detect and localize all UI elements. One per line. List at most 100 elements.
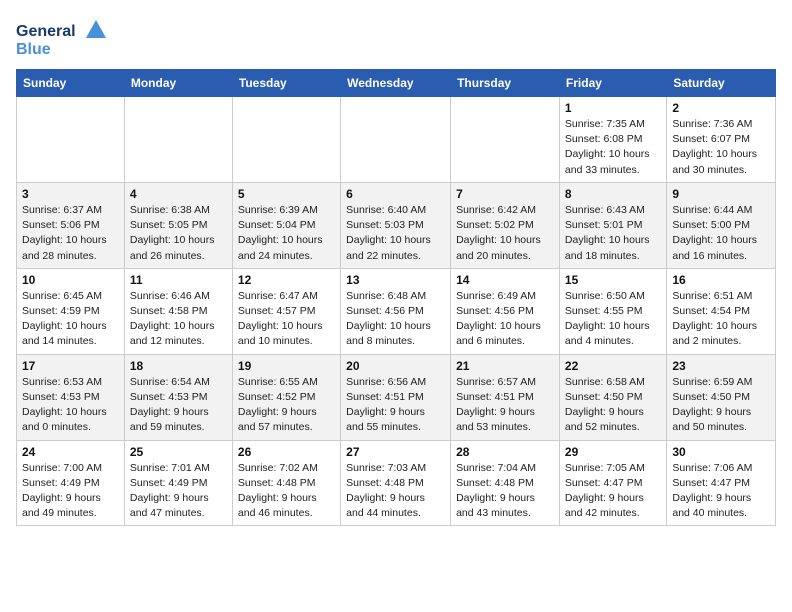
day-number: 23 xyxy=(672,359,770,373)
day-number: 19 xyxy=(238,359,335,373)
day-info: Sunrise: 7:00 AM Sunset: 4:49 PM Dayligh… xyxy=(22,461,119,522)
day-cell: 23 Sunrise: 6:59 AM Sunset: 4:50 PM Dayli… xyxy=(667,354,776,440)
day-info: Sunrise: 6:37 AM Sunset: 5:06 PM Dayligh… xyxy=(22,203,119,264)
day-number: 7 xyxy=(456,187,554,201)
day-number: 10 xyxy=(22,273,119,287)
day-cell: 2 Sunrise: 7:36 AM Sunset: 6:07 PM Daylig… xyxy=(667,97,776,183)
day-number: 14 xyxy=(456,273,554,287)
day-cell: 27 Sunrise: 7:03 AM Sunset: 4:48 PM Dayli… xyxy=(341,440,451,526)
day-info: Sunrise: 6:48 AM Sunset: 4:56 PM Dayligh… xyxy=(346,289,445,350)
day-number: 15 xyxy=(565,273,661,287)
day-cell: 21 Sunrise: 6:57 AM Sunset: 4:51 PM Dayli… xyxy=(451,354,560,440)
day-info: Sunrise: 6:54 AM Sunset: 4:53 PM Dayligh… xyxy=(130,375,227,436)
day-cell: 8Sunrise: 6:43 AM Sunset: 5:01 PM Daylig… xyxy=(559,182,666,268)
day-info: Sunrise: 6:49 AM Sunset: 4:56 PM Dayligh… xyxy=(456,289,554,350)
weekday-header-row: SundayMondayTuesdayWednesdayThursdayFrid… xyxy=(17,70,776,97)
svg-text:Blue: Blue xyxy=(16,41,51,58)
day-info: Sunrise: 6:43 AM Sunset: 5:01 PM Dayligh… xyxy=(565,203,661,264)
week-row-2: 3 Sunrise: 6:37 AM Sunset: 5:06 PM Daylig… xyxy=(17,182,776,268)
weekday-header-tuesday: Tuesday xyxy=(232,70,340,97)
day-info: Sunrise: 6:50 AM Sunset: 4:55 PM Dayligh… xyxy=(565,289,661,350)
day-cell: 28 Sunrise: 7:04 AM Sunset: 4:48 PM Dayli… xyxy=(451,440,560,526)
day-number: 3 xyxy=(22,187,119,201)
day-info: Sunrise: 6:57 AM Sunset: 4:51 PM Dayligh… xyxy=(456,375,554,436)
day-cell: 16 Sunrise: 6:51 AM Sunset: 4:54 PM Dayli… xyxy=(667,268,776,354)
day-cell: 13Sunrise: 6:48 AM Sunset: 4:56 PM Dayli… xyxy=(341,268,451,354)
day-cell: 7 Sunrise: 6:42 AM Sunset: 5:02 PM Daylig… xyxy=(451,182,560,268)
logo-svg: General Blue xyxy=(16,16,106,61)
day-info: Sunrise: 6:53 AM Sunset: 4:53 PM Dayligh… xyxy=(22,375,119,436)
day-cell: 24 Sunrise: 7:00 AM Sunset: 4:49 PM Dayli… xyxy=(17,440,125,526)
day-cell: 1 Sunrise: 7:35 AM Sunset: 6:08 PM Daylig… xyxy=(559,97,666,183)
day-number: 2 xyxy=(672,101,770,115)
day-cell xyxy=(124,97,232,183)
day-info: Sunrise: 7:02 AM Sunset: 4:48 PM Dayligh… xyxy=(238,461,335,522)
day-number: 5 xyxy=(238,187,335,201)
day-cell: 11 Sunrise: 6:46 AM Sunset: 4:58 PM Dayli… xyxy=(124,268,232,354)
day-number: 16 xyxy=(672,273,770,287)
day-number: 18 xyxy=(130,359,227,373)
weekday-header-thursday: Thursday xyxy=(451,70,560,97)
day-cell: 15 Sunrise: 6:50 AM Sunset: 4:55 PM Dayli… xyxy=(559,268,666,354)
day-info: Sunrise: 7:01 AM Sunset: 4:49 PM Dayligh… xyxy=(130,461,227,522)
day-number: 22 xyxy=(565,359,661,373)
weekday-header-wednesday: Wednesday xyxy=(341,70,451,97)
day-number: 11 xyxy=(130,273,227,287)
day-number: 20 xyxy=(346,359,445,373)
weekday-header-monday: Monday xyxy=(124,70,232,97)
weekday-header-saturday: Saturday xyxy=(667,70,776,97)
day-number: 25 xyxy=(130,445,227,459)
day-number: 12 xyxy=(238,273,335,287)
day-info: Sunrise: 6:55 AM Sunset: 4:52 PM Dayligh… xyxy=(238,375,335,436)
day-info: Sunrise: 6:45 AM Sunset: 4:59 PM Dayligh… xyxy=(22,289,119,350)
day-number: 6 xyxy=(346,187,445,201)
day-info: Sunrise: 6:42 AM Sunset: 5:02 PM Dayligh… xyxy=(456,203,554,264)
day-info: Sunrise: 7:04 AM Sunset: 4:48 PM Dayligh… xyxy=(456,461,554,522)
day-cell: 14 Sunrise: 6:49 AM Sunset: 4:56 PM Dayli… xyxy=(451,268,560,354)
day-cell xyxy=(451,97,560,183)
day-info: Sunrise: 7:35 AM Sunset: 6:08 PM Dayligh… xyxy=(565,117,661,178)
day-info: Sunrise: 7:36 AM Sunset: 6:07 PM Dayligh… xyxy=(672,117,770,178)
week-row-4: 17 Sunrise: 6:53 AM Sunset: 4:53 PM Dayli… xyxy=(17,354,776,440)
day-cell: 10 Sunrise: 6:45 AM Sunset: 4:59 PM Dayli… xyxy=(17,268,125,354)
day-number: 24 xyxy=(22,445,119,459)
day-number: 9 xyxy=(672,187,770,201)
week-row-3: 10 Sunrise: 6:45 AM Sunset: 4:59 PM Dayli… xyxy=(17,268,776,354)
day-cell: 29Sunrise: 7:05 AM Sunset: 4:47 PM Dayli… xyxy=(559,440,666,526)
day-number: 21 xyxy=(456,359,554,373)
weekday-header-sunday: Sunday xyxy=(17,70,125,97)
day-number: 27 xyxy=(346,445,445,459)
day-number: 30 xyxy=(672,445,770,459)
day-cell: 4 Sunrise: 6:38 AM Sunset: 5:05 PM Daylig… xyxy=(124,182,232,268)
logo: General Blue xyxy=(16,16,106,61)
day-info: Sunrise: 7:06 AM Sunset: 4:47 PM Dayligh… xyxy=(672,461,770,522)
day-number: 1 xyxy=(565,101,661,115)
day-cell: 19 Sunrise: 6:55 AM Sunset: 4:52 PM Dayli… xyxy=(232,354,340,440)
day-cell: 26Sunrise: 7:02 AM Sunset: 4:48 PM Dayli… xyxy=(232,440,340,526)
day-number: 29 xyxy=(565,445,661,459)
day-number: 4 xyxy=(130,187,227,201)
day-cell: 5 Sunrise: 6:39 AM Sunset: 5:04 PM Daylig… xyxy=(232,182,340,268)
week-row-1: 1 Sunrise: 7:35 AM Sunset: 6:08 PM Daylig… xyxy=(17,97,776,183)
day-cell: 3 Sunrise: 6:37 AM Sunset: 5:06 PM Daylig… xyxy=(17,182,125,268)
day-info: Sunrise: 6:58 AM Sunset: 4:50 PM Dayligh… xyxy=(565,375,661,436)
day-cell: 12Sunrise: 6:47 AM Sunset: 4:57 PM Dayli… xyxy=(232,268,340,354)
day-cell xyxy=(232,97,340,183)
day-info: Sunrise: 6:39 AM Sunset: 5:04 PM Dayligh… xyxy=(238,203,335,264)
svg-text:General: General xyxy=(16,23,76,40)
day-info: Sunrise: 6:46 AM Sunset: 4:58 PM Dayligh… xyxy=(130,289,227,350)
day-cell: 9Sunrise: 6:44 AM Sunset: 5:00 PM Daylig… xyxy=(667,182,776,268)
day-info: Sunrise: 6:56 AM Sunset: 4:51 PM Dayligh… xyxy=(346,375,445,436)
day-info: Sunrise: 7:03 AM Sunset: 4:48 PM Dayligh… xyxy=(346,461,445,522)
day-number: 28 xyxy=(456,445,554,459)
day-number: 17 xyxy=(22,359,119,373)
day-info: Sunrise: 6:40 AM Sunset: 5:03 PM Dayligh… xyxy=(346,203,445,264)
day-info: Sunrise: 6:51 AM Sunset: 4:54 PM Dayligh… xyxy=(672,289,770,350)
day-cell xyxy=(341,97,451,183)
day-info: Sunrise: 6:38 AM Sunset: 5:05 PM Dayligh… xyxy=(130,203,227,264)
day-cell xyxy=(17,97,125,183)
day-info: Sunrise: 6:59 AM Sunset: 4:50 PM Dayligh… xyxy=(672,375,770,436)
day-cell: 18 Sunrise: 6:54 AM Sunset: 4:53 PM Dayli… xyxy=(124,354,232,440)
calendar-table: SundayMondayTuesdayWednesdayThursdayFrid… xyxy=(16,69,776,526)
day-cell: 17 Sunrise: 6:53 AM Sunset: 4:53 PM Dayli… xyxy=(17,354,125,440)
